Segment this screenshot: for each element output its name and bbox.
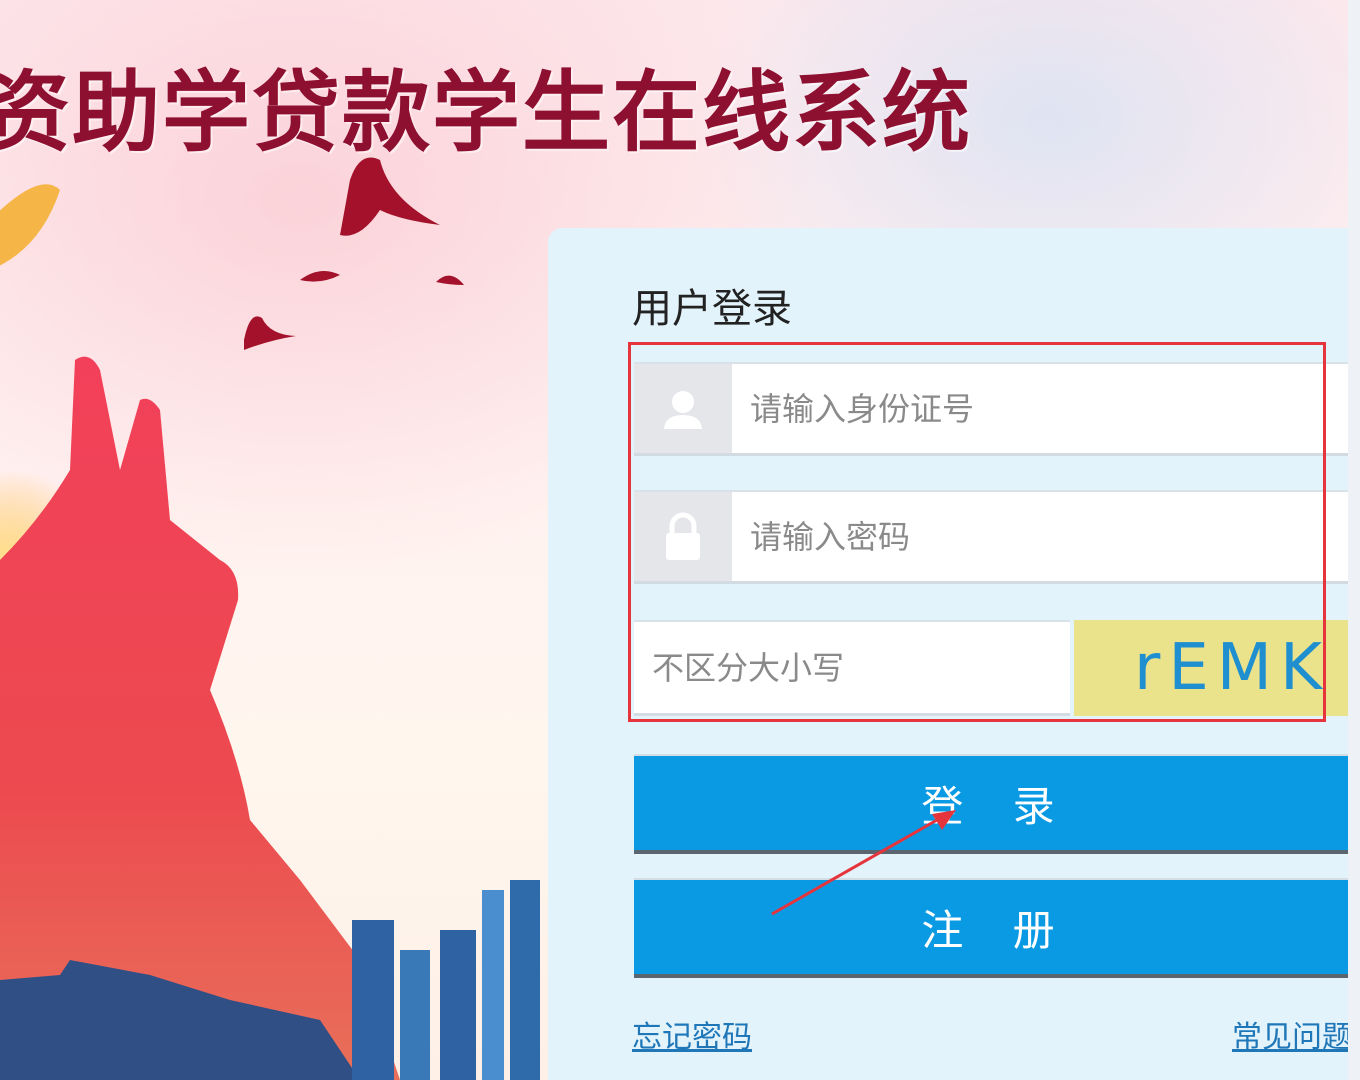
- user-icon: [634, 364, 732, 453]
- register-button-label: 注 册: [921, 905, 1073, 955]
- id-number-field: [634, 362, 1360, 456]
- faq-link[interactable]: 常见问题: [1232, 1012, 1352, 1056]
- login-panel-title: 用户登录: [632, 286, 792, 332]
- lock-icon: [634, 492, 732, 581]
- captcha-input[interactable]: [634, 622, 1070, 713]
- login-panel: 用户登录 rEMK 登 录 注 册 忘记密码 常见问题: [548, 228, 1360, 1080]
- register-button[interactable]: 注 册: [634, 878, 1360, 978]
- password-field: [634, 490, 1360, 584]
- password-input[interactable]: [732, 492, 1360, 581]
- captcha-code: rEMK: [1134, 631, 1330, 705]
- captcha-image[interactable]: rEMK: [1074, 620, 1360, 716]
- forgot-password-link[interactable]: 忘记密码: [632, 1012, 752, 1056]
- scrollbar[interactable]: [1348, 0, 1360, 1080]
- login-button-label: 登 录: [921, 781, 1073, 831]
- id-number-input[interactable]: [732, 364, 1360, 453]
- captcha-field: [634, 620, 1070, 716]
- system-headline: 资助学贷款学生在线系统: [0, 61, 973, 164]
- login-button[interactable]: 登 录: [634, 754, 1360, 854]
